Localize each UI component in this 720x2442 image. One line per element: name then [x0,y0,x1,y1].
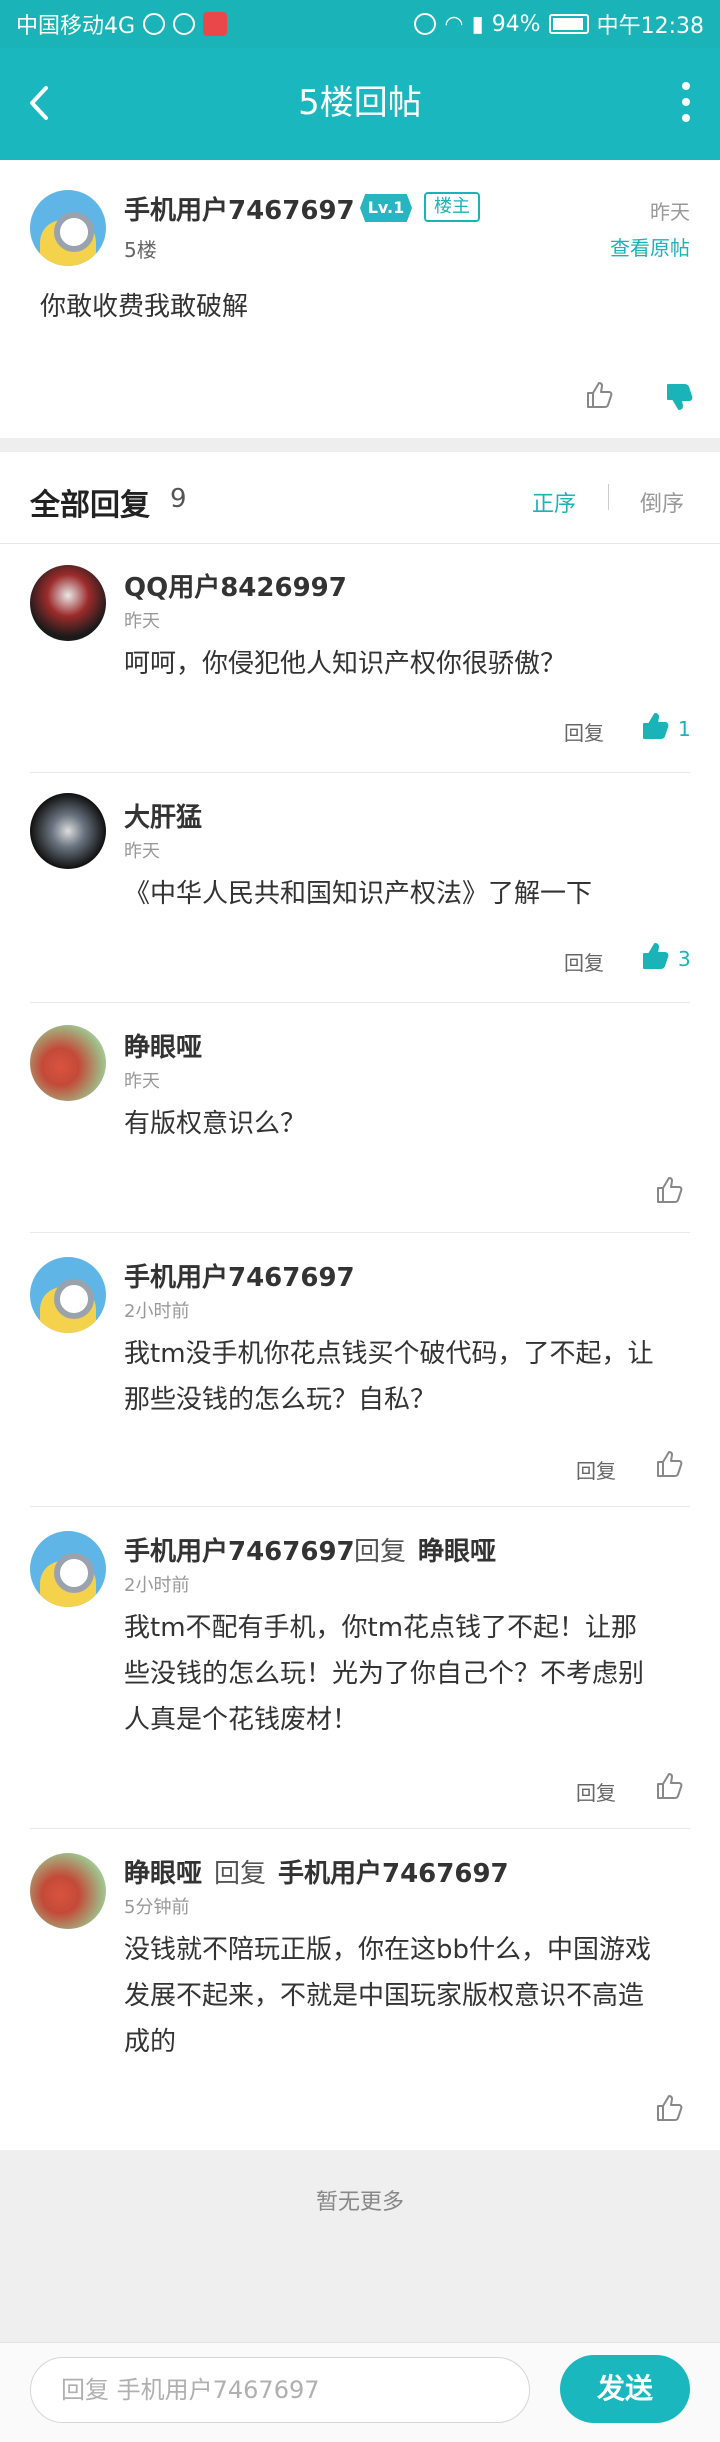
all-replies-label: 全部回复 [30,488,150,523]
reply-content-line: 发展不起来，不就是中国玩家版权意识不高造 [124,1981,645,2011]
reply-item: 睁眼哑 昨天 有版权意识么？ [0,1003,720,1233]
reply-username[interactable]: 手机用户7467697 [124,1531,355,1568]
like-count: 1 [678,717,691,741]
reply-to-username[interactable]: 睁眼哑 [418,1531,496,1568]
reply-content: 呵呵，你侵犯他人知识产权你很骄傲？ [124,649,567,679]
reply-content-line: 我tm不配有手机，你tm花点钱了不起！让那 [124,1613,638,1643]
reply-input[interactable] [30,2357,530,2423]
reply-item: 大肝猛 昨天 《中华人民共和国知识产权法》了解一下 回复 3 [0,773,720,1003]
avatar[interactable] [30,190,106,266]
status-bar: 中国移动4G ◠ ▮ 94% 中午12:38 [0,0,720,48]
reply-time: 昨天 [124,841,160,862]
send-button[interactable]: 发送 [560,2355,690,2423]
carrier-label: 中国移动4G [16,14,136,39]
reply-username[interactable]: 手机用户7467697 [124,1257,355,1294]
avatar[interactable] [30,1025,106,1101]
reply-count: 9 [170,484,187,514]
like-count: 3 [678,947,691,971]
reply-content-line: 成的 [124,2027,177,2057]
sort-ascending-tab[interactable]: 正序 [532,486,576,518]
reply-time: 2小时前 [124,1575,190,1596]
reply-to-username[interactable]: 手机用户7467697 [278,1853,509,1890]
battery-percent: 94% [491,11,541,37]
page-title: 5楼回帖 [298,83,422,123]
post-time: 昨天 [650,200,690,224]
thumb-up-icon[interactable] [654,2093,684,2123]
more-options-icon[interactable] [680,82,692,122]
reply-time: 昨天 [124,1071,160,1092]
section-divider [0,438,720,452]
avatar[interactable] [30,793,106,869]
reply-item: 手机用户7467697 回复 睁眼哑 2小时前 我tm不配有手机，你tm花点钱了… [0,1507,720,1829]
reply-button[interactable]: 回复 [564,947,604,976]
wifi-icon: ◠ [444,11,464,37]
avatar[interactable] [30,565,106,641]
post-content: 你敢收费我敢破解 [40,292,249,322]
reply-content-line: 人真是个花钱废材！ [124,1705,359,1735]
thumb-up-icon[interactable] [640,941,670,971]
status-time: 中午12:38 [596,14,704,39]
alarm-icon [143,13,166,35]
signal-icon: ▮ [471,11,484,37]
thumb-up-icon[interactable] [584,380,614,410]
thumb-up-icon[interactable] [640,711,670,741]
no-more-label: 暂无更多 [315,2190,404,2215]
top-app-bar: 5楼回帖 [0,48,720,160]
reply-content-line: 那些没钱的怎么玩？自私？ [124,1385,437,1415]
app-notification-icon-2 [203,12,228,36]
thumb-up-icon[interactable] [654,1449,684,1479]
reply-bar: 发送 [0,2342,720,2442]
owner-badge: 楼主 [424,192,480,222]
thumb-up-icon[interactable] [654,1771,684,1801]
sort-separator [608,484,609,510]
clock-icon [414,13,437,35]
avatar[interactable] [30,1531,106,1607]
thumb-up-icon[interactable] [654,1175,684,1205]
reply-item: QQ用户8426997 昨天 呵呵，你侵犯他人知识产权你很骄傲？ 回复 1 [0,545,720,773]
reply-username[interactable]: 大肝猛 [124,797,202,834]
reply-to-word: 回复 [214,1859,267,1889]
reply-time: 2小时前 [124,1301,190,1322]
post-username[interactable]: 手机用户7467697 [124,190,355,227]
reply-time: 昨天 [124,611,160,632]
reply-button[interactable]: 回复 [576,1777,616,1806]
avatar[interactable] [30,1853,106,1929]
main-post: 手机用户7467697 Lv.1 楼主 5楼 昨天 查看原帖 你敢收费我敢破解 [0,160,720,438]
app-notification-icon [173,13,196,35]
reply-username[interactable]: 睁眼哑 [124,1027,202,1064]
reply-username[interactable]: 睁眼哑 [124,1853,202,1890]
reply-to-word: 回复 [354,1537,407,1567]
post-floor: 5楼 [124,238,157,262]
battery-icon [548,14,589,34]
reply-content-line: 没钱就不陪玩正版，你在这bb什么，中国游戏 [124,1935,652,1965]
reply-button[interactable]: 回复 [564,717,604,746]
reply-time: 5分钟前 [124,1897,190,1918]
replies-header: 全部回复 9 正序 倒序 [0,452,720,544]
end-of-list-area: 暂无更多 [0,2150,720,2342]
reply-content: 有版权意识么？ [124,1109,307,1139]
reply-content-line: 些没钱的怎么玩！光为了你自己个？不考虑别 [124,1659,645,1689]
reply-item: 手机用户7467697 2小时前 我tm没手机你花点钱买个破代码，了不起，让 那… [0,1233,720,1507]
reply-content: 《中华人民共和国知识产权法》了解一下 [124,879,593,909]
view-original-link[interactable]: 查看原帖 [610,232,690,261]
reply-content-line: 我tm没手机你花点钱买个破代码，了不起，让 [124,1339,654,1369]
avatar[interactable] [30,1257,106,1333]
thumb-down-icon[interactable] [664,382,694,412]
reply-username[interactable]: QQ用户8426997 [124,567,347,604]
reply-item: 睁眼哑 回复 手机用户7467697 5分钟前 没钱就不陪玩正版，你在这bb什么… [0,1829,720,2150]
reply-button[interactable]: 回复 [576,1455,616,1484]
sort-descending-tab[interactable]: 倒序 [640,486,684,518]
level-badge: Lv.1 [360,194,412,222]
